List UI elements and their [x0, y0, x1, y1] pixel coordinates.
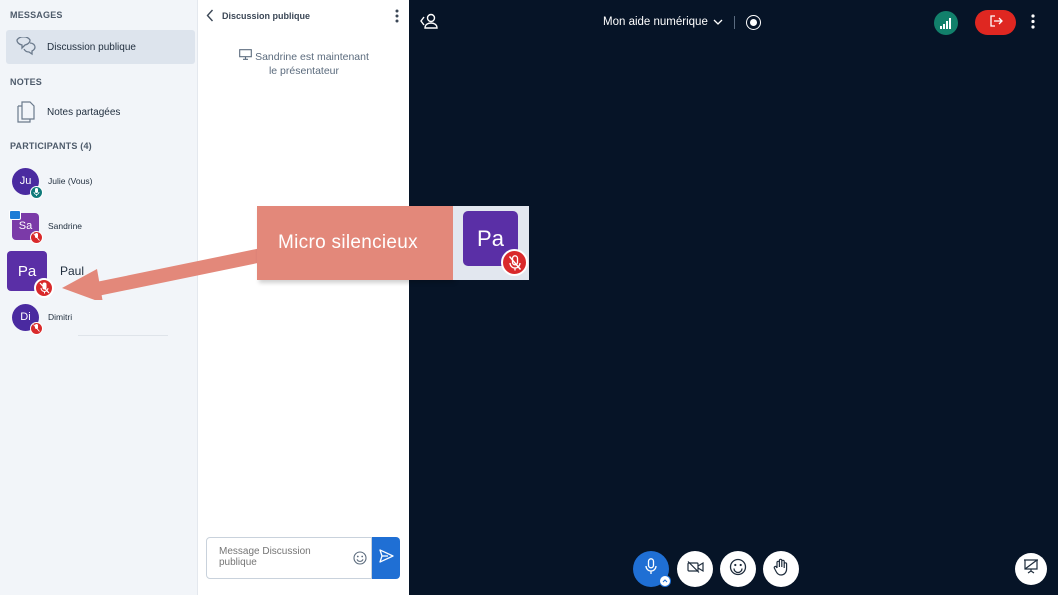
avatar-initials: Di: [20, 311, 31, 323]
microphone-off-icon: [30, 230, 43, 244]
participant-julie[interactable]: Ju Julie (Vous): [12, 166, 93, 199]
chevron-up-icon[interactable]: [659, 575, 671, 587]
meeting-title-text: Mon aide numérique: [603, 16, 708, 28]
participant-name: Paul: [60, 264, 85, 278]
smiley-icon[interactable]: [353, 551, 367, 570]
callout-box: Micro silencieux: [257, 206, 453, 280]
presentation-screen-icon: [1023, 559, 1039, 579]
avatar-initials: Pa: [477, 225, 504, 251]
sidebar-item-public-chat[interactable]: Discussion publique: [6, 30, 195, 64]
vertical-dots-icon[interactable]: [1031, 14, 1035, 34]
chat-input-box: [206, 537, 372, 579]
messages-section-title: MESSAGES: [10, 10, 63, 20]
chat-title: Discussion publique: [222, 11, 311, 21]
microphone-icon: [30, 185, 43, 199]
chat-message-input[interactable]: [207, 538, 347, 578]
avatar: Ju: [12, 167, 43, 199]
raise-hand-button[interactable]: [763, 551, 799, 587]
chevron-down-icon: [713, 16, 723, 28]
participant-name: Sandrine: [48, 221, 83, 231]
send-button[interactable]: [372, 537, 400, 579]
sidebar-item-public-chat-label: Discussion publique: [47, 41, 136, 53]
avatar-initials: Pa: [17, 262, 37, 280]
reactions-button[interactable]: [720, 551, 756, 587]
microphone-off-icon: [34, 278, 54, 298]
microphone-icon: [645, 558, 657, 580]
avatar-initials: Ju: [19, 175, 32, 187]
avatar: Di: [12, 303, 43, 335]
participant-name: Julie (Vous): [48, 176, 93, 186]
participants-section-title: PARTICIPANTS (4): [10, 141, 92, 151]
smiley-icon: [729, 558, 747, 581]
record-icon[interactable]: [746, 15, 761, 30]
hand-icon: [773, 558, 789, 581]
participant-name: Dimitri: [48, 312, 73, 322]
participant-paul-avatar[interactable]: Pa: [7, 251, 54, 298]
leave-button[interactable]: [975, 10, 1016, 35]
microphone-off-icon: [30, 321, 43, 335]
system-message-line1: Sandrine est maintenant: [255, 50, 369, 63]
sidebar-item-shared-notes[interactable]: Notes partagées: [6, 95, 195, 129]
chevron-left-icon[interactable]: [206, 9, 214, 27]
camera-button[interactable]: [677, 551, 713, 587]
participant-sandrine[interactable]: Sa Sandrine: [9, 209, 83, 244]
presentation-button[interactable]: [1015, 553, 1047, 585]
system-message-line2: le présentateur: [268, 65, 340, 77]
microphone-button[interactable]: [633, 551, 671, 587]
participant-dimitri[interactable]: Di Dimitri: [12, 302, 73, 335]
sidebar: MESSAGES Discussion publique NOTES Notes…: [0, 0, 197, 595]
vertical-dots-icon[interactable]: [395, 9, 399, 28]
user-toggle-icon[interactable]: [419, 12, 439, 35]
microphone-off-icon: [501, 249, 528, 276]
avatar: Sa: [9, 209, 43, 244]
chat-panel: Discussion publique Sandrine est mainten…: [197, 0, 409, 595]
exit-icon: [989, 14, 1003, 32]
sidebar-item-shared-notes-label: Notes partagées: [47, 106, 121, 118]
divider: [734, 16, 735, 29]
send-arrow-icon: [378, 548, 394, 568]
meeting-title[interactable]: Mon aide numérique: [603, 16, 723, 28]
signal-bars-icon[interactable]: [934, 11, 958, 35]
camera-off-icon: [686, 560, 704, 578]
callout-text: Micro silencieux: [278, 232, 418, 253]
meeting-area: Mon aide numérique: [409, 0, 1058, 595]
notes-section-title: NOTES: [10, 77, 43, 87]
presentation-screen-icon: [239, 49, 252, 64]
chat-bubbles-icon: [14, 35, 38, 59]
divider: [78, 335, 168, 336]
presentation-screen-icon: [9, 209, 21, 220]
document-icon: [14, 100, 38, 124]
system-message: Sandrine est maintenant le présentateur: [198, 49, 410, 78]
callout-zoom-box: Pa: [453, 206, 529, 280]
avatar-initials: Sa: [18, 220, 33, 232]
